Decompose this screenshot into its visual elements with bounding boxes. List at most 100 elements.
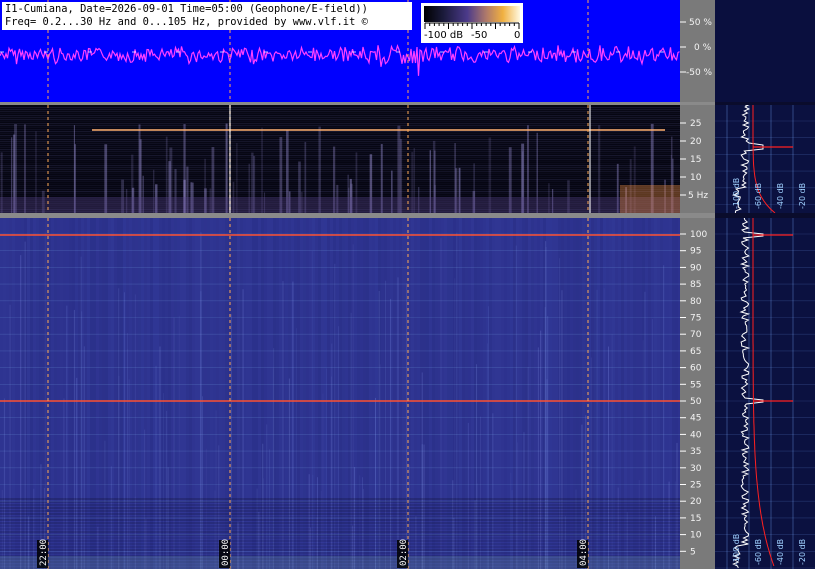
low-spec-band (0, 111, 680, 113)
low-spec-band (0, 131, 680, 133)
low-spec-band (0, 189, 680, 191)
main-spec-streak (611, 334, 613, 569)
low-spec-band (0, 159, 680, 161)
waveform-axis: 50 % 0 % -50 % (680, 0, 715, 102)
main-spec-streak (230, 314, 232, 569)
main-spec-streak (350, 312, 352, 569)
main-axis-label: 50 (690, 397, 702, 407)
main-spec-low-band (0, 525, 680, 527)
low-spec-band (0, 185, 680, 187)
low-spec-band (0, 175, 680, 177)
low-spec-band (0, 115, 680, 117)
low-spec-band (0, 135, 680, 137)
waveform-label-50: 50 % (689, 18, 712, 28)
colorbar-label-max: 0 (514, 30, 521, 41)
low-spec-band (0, 149, 680, 151)
low-spec-band (0, 165, 680, 167)
main-spec-streak (561, 290, 563, 569)
main-axis-label: 40 (690, 430, 702, 440)
main-spec-low-band (0, 522, 680, 524)
low-spec-band (0, 121, 680, 123)
main-spec-streak (322, 393, 324, 569)
spectrum-profile-line (732, 218, 764, 569)
main-axis-label: 45 (690, 414, 701, 424)
main-spec-low-band (0, 510, 680, 512)
time-label: 04:00 (579, 539, 589, 566)
main-axis-label: 10 (690, 531, 702, 541)
main-axis-label: 90 (690, 263, 702, 273)
side-db-label: -60 dB (754, 183, 763, 209)
main-spec-low-band (0, 507, 680, 509)
low-spec-band (0, 181, 680, 183)
main-axis-label: 30 (690, 464, 702, 474)
low-axis-label-15: 15 (690, 155, 701, 165)
time-label: 00:00 (221, 539, 231, 566)
low-axis-label-10: 10 (690, 173, 702, 183)
main-spec-streak (644, 291, 646, 569)
main-spec-low-band (0, 534, 680, 536)
main-axis-label: 5 (690, 547, 696, 557)
main-spec-streak (378, 290, 380, 569)
low-spec-band (0, 147, 680, 149)
side-db-label: -100 dB (732, 534, 741, 565)
main-axis-label: 35 (690, 447, 701, 457)
time-label: 02:00 (399, 539, 409, 566)
low-axis-label-5: 5 Hz (688, 191, 708, 201)
low-spec-band (0, 151, 680, 153)
side-db-label: -60 dB (754, 539, 763, 565)
main-spec-low-band (0, 504, 680, 506)
low-spec-band (0, 119, 680, 121)
main-axis-label: 100 (690, 230, 707, 240)
main-spec-streak (523, 432, 525, 569)
main-axis-label: 80 (690, 297, 702, 307)
waveform-signal (0, 43, 680, 76)
low-spec-band (0, 127, 680, 129)
main-axis-label: 15 (690, 514, 701, 524)
main-axis-label: 95 (690, 247, 701, 257)
main-axis-label: 25 (690, 481, 701, 491)
main-spec-streak (162, 393, 164, 569)
time-label: 22:00 (39, 539, 49, 566)
main-axis-label: 55 (690, 380, 701, 390)
low-spec-band (0, 193, 680, 195)
low-spec-band (0, 113, 680, 115)
low-spec-band (0, 167, 680, 169)
low-spec-band (0, 123, 680, 125)
side-db-label: -40 dB (776, 539, 785, 565)
low-spec-band (0, 195, 680, 197)
main-spec-streak (20, 255, 22, 569)
main-spec-streak (421, 372, 423, 569)
low-spec-band (0, 171, 680, 173)
info-line-1: I1-Cumiana, Date=2026-09-01 Time=05:00 (… (5, 3, 368, 15)
low-frequency-axis: 25 20 15 10 5 Hz (680, 105, 715, 213)
low-spec-band (0, 173, 680, 175)
low-spec-glow (0, 197, 680, 213)
low-axis-label-20: 20 (690, 137, 702, 147)
info-box: I1-Cumiana, Date=2026-09-01 Time=05:00 (… (2, 2, 412, 30)
low-spec-band (0, 143, 680, 145)
low-spec-band (0, 137, 680, 139)
side-db-label: -20 dB (798, 539, 807, 565)
main-spec-streak (540, 330, 542, 569)
low-spec-band (0, 191, 680, 193)
main-spec-streak (242, 289, 244, 569)
main-spec-streak (492, 413, 494, 569)
low-spec-band (0, 183, 680, 185)
low-spec-band (0, 161, 680, 163)
low-spectrum-profile: -100 dB -60 dB -40 dB -20 dB (715, 105, 815, 213)
low-spec-band (0, 153, 680, 155)
side-blank-panel (715, 0, 815, 102)
main-spectrogram: 22:00 00:00 02:00 04:00 (0, 218, 680, 569)
main-spec-low-band (0, 513, 680, 515)
waveform-label-minus50: -50 % (686, 68, 713, 78)
spectrogram-viewer: 50 % 0 % -50 % I1-Cumiana, Date=2026-09-… (0, 0, 815, 569)
main-spectrum-profile: -100 dB -60 dB -40 dB -20 dB (715, 218, 815, 569)
main-spec-streak (596, 289, 598, 569)
side-db-label: -20 dB (798, 183, 807, 209)
colorbar-label-mid: -50 (471, 30, 488, 41)
main-spec-low-band (0, 498, 680, 500)
low-spec-band (0, 139, 680, 141)
low-spec-band (0, 141, 680, 143)
main-spec-low-band (0, 528, 680, 530)
main-spec-streak (81, 311, 83, 569)
